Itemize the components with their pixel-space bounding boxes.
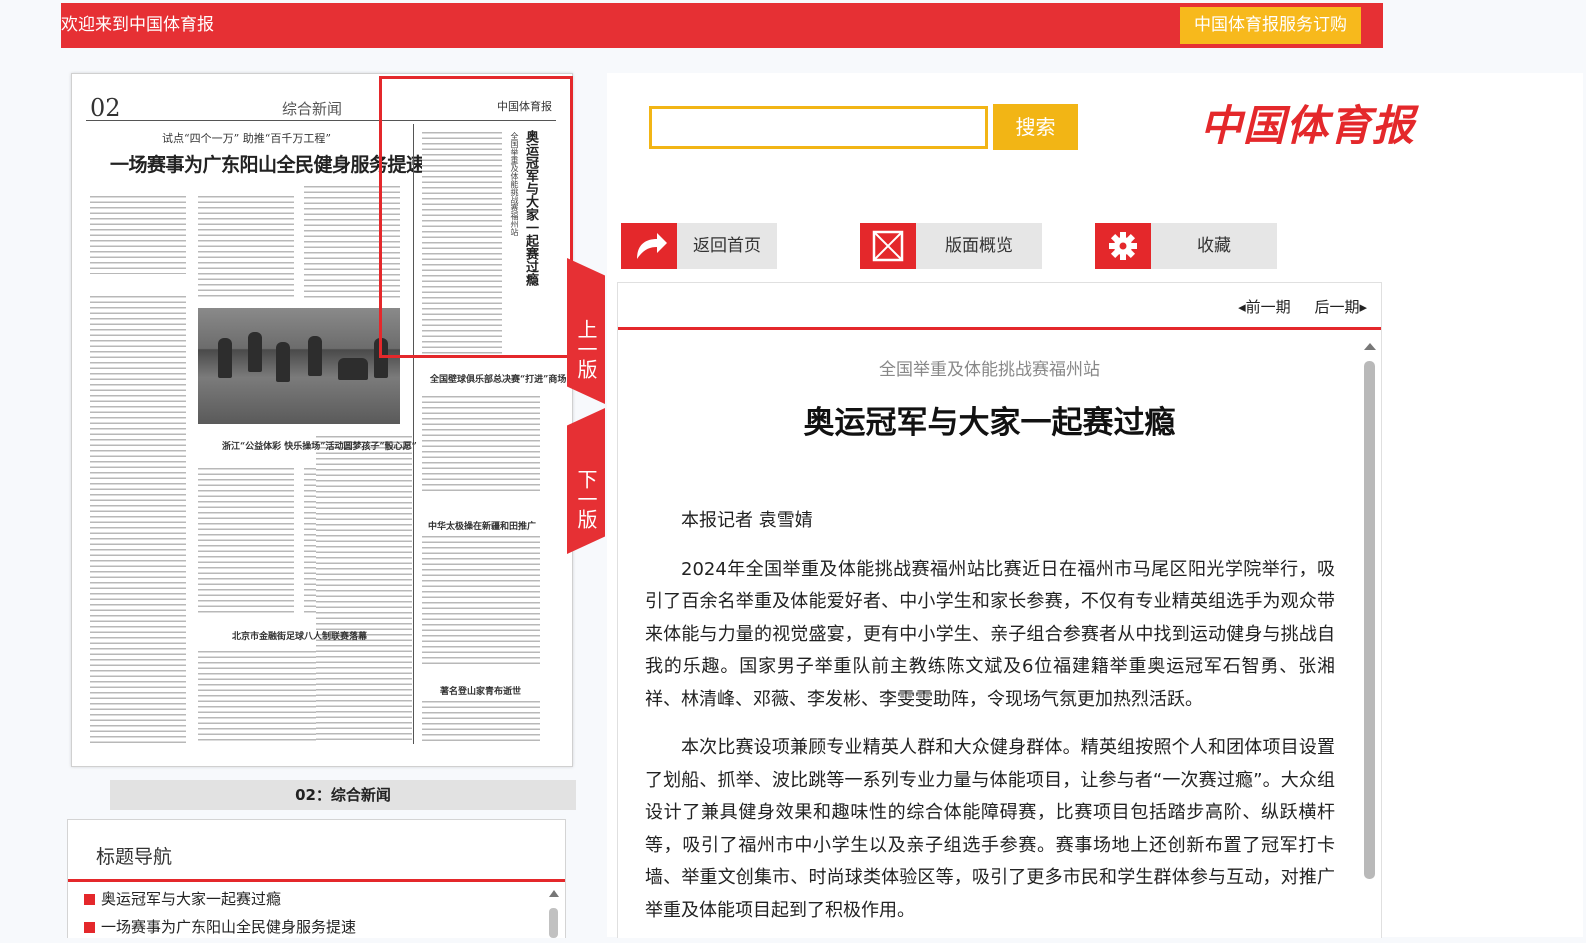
site-logo: 中国体育报 [1200,101,1416,150]
title-nav-item-label: 一场赛事为广东阳山全民健身服务提速 [101,918,357,936]
paper-headline: 一场赛事为广东阳山全民健身服务提速 [110,154,425,176]
paper-kicker: 试点“四个一万” 助推“百千万工程” [162,132,331,145]
paper-subheadline: 中华太极操在新疆和田推广 [428,522,537,532]
paper-text-column [90,294,186,744]
paper-text-column [198,466,294,616]
next-issue-label: 后一期 [1314,298,1360,316]
article-panel: ◂前一期 后一期▸ 全国举重及体能挑战赛福州站 奥运冠军与大家一起赛过瘾 本报记… [617,282,1382,938]
next-page-tab[interactable]: 下一版 [567,408,605,554]
favorite-label: 收藏 [1197,236,1231,256]
prev-issue-link[interactable]: ◂前一期 [1238,298,1291,316]
paper-text-column [422,699,540,744]
article-body: 本报记者 袁雪婧 2024年全国举重及体能挑战赛福州站比赛近日在福州市马尾区阳光… [645,505,1335,943]
page-overview-label: 版面概览 [945,236,1013,256]
home-button-label: 返回首页 [693,236,761,256]
title-nav-item[interactable]: 奥运冠军与大家一起赛过瘾 [84,888,281,909]
home-button[interactable]: 返回首页 [621,223,777,269]
square-bullet-icon [84,894,95,905]
paper-page-number: 02 [90,94,121,122]
selected-article-highlight[interactable] [379,76,573,358]
favorite-button[interactable]: 收藏 [1095,223,1277,269]
gear-icon [1095,223,1151,269]
paper-text-column [422,534,540,664]
overview-icon [860,223,916,269]
paper-subheadline: 著名登山家青布逝世 [440,687,522,697]
paper-text-column [316,434,412,744]
paper-subheadline: 全国壁球俱乐部总决赛“打进”商场 [430,375,567,385]
issue-navigation: ◂前一期 后一期▸ [1238,296,1367,317]
title-nav-item[interactable]: 一场赛事为广东阳山全民健身服务提速 [84,916,356,937]
top-bar: 欢迎来到中国体育报 中国体育报服务订购 [61,3,1383,48]
title-nav-scrollbar[interactable] [549,908,558,938]
article-paragraph: 本次比赛设项兼顾专业精英人群和大众健身群体。精英组按照个人和团体项目设置了划船、… [645,737,1335,921]
paper-subheadline: 北京市金融街足球八人制联赛落幕 [232,632,368,642]
paper-photo [198,308,400,424]
title-navigation: 标题导航 奥运冠军与大家一起赛过瘾 一场赛事为广东阳山全民健身服务提速 [67,819,566,938]
prev-page-tab[interactable]: 上一版 [567,258,605,404]
return-arrow-icon [621,223,677,269]
page-overview-button[interactable]: 版面概览 [860,223,1042,269]
prev-issue-label: 前一期 [1245,298,1291,316]
search-button[interactable]: 搜索 [993,104,1078,150]
scroll-up-arrow-icon[interactable] [1364,343,1376,350]
next-issue-link[interactable]: 后一期▸ [1314,298,1367,316]
article-byline: 本报记者 袁雪婧 [681,510,813,531]
page-caption: 02：综合新闻 [110,780,576,810]
article-title: 奥运冠军与大家一起赛过瘾 [803,405,1176,441]
title-nav-item-label: 奥运冠军与大家一起赛过瘾 [101,890,282,908]
paper-text-column [422,394,540,494]
title-nav-divider [68,879,565,882]
paper-text-column [90,194,186,274]
paper-section-name: 综合新闻 [282,100,343,118]
article-paragraph: 2024年全国举重及体能挑战赛福州站比赛近日在福州市马尾区阳光学院举行，吸引了百… [645,558,1335,710]
article-kicker: 全国举重及体能挑战赛福州站 [879,360,1100,380]
paper-text-column [198,194,294,298]
title-nav-heading: 标题导航 [96,846,173,868]
square-bullet-icon [84,922,95,933]
welcome-text: 欢迎来到中国体育报 [61,15,214,35]
article-scrollbar[interactable] [1364,361,1375,879]
scroll-up-arrow-icon[interactable] [549,890,559,897]
next-page-label: 下一版 [574,469,598,529]
article-header-divider [618,327,1381,330]
subscribe-button[interactable]: 中国体育报服务订购 [1180,7,1361,44]
search-input[interactable] [649,106,988,149]
paper-subheadline: 浙江“公益体彩 快乐操场”活动圆梦孩子“骰心愿” [222,442,417,452]
prev-page-label: 上一版 [574,319,598,379]
